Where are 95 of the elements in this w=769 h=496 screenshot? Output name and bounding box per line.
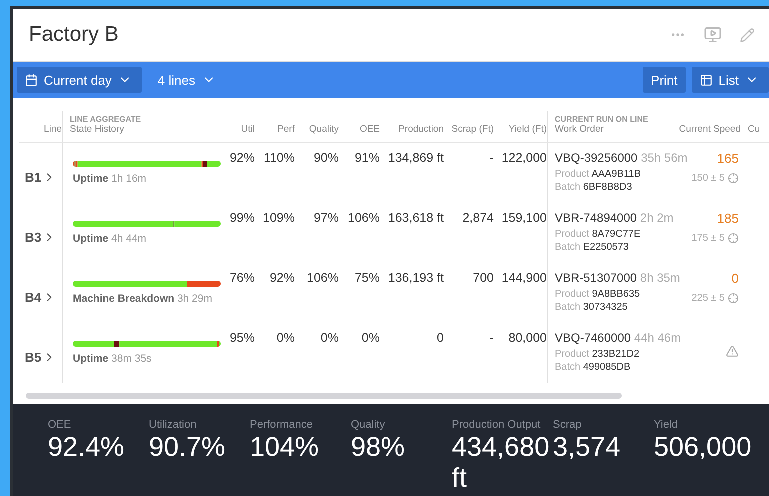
lines-dropdown[interactable]: 4 lines <box>148 67 226 93</box>
table-icon <box>700 74 713 86</box>
stat-label: Performance <box>250 419 314 431</box>
column-header: Work Order <box>555 124 604 135</box>
state-label: Machine Breakdown 3h 29m <box>73 293 214 305</box>
present-icon[interactable] <box>704 26 722 44</box>
table-cell-text: 2,874 <box>462 211 494 225</box>
stat-value: 434,680 ft <box>452 432 551 494</box>
calendar-icon <box>25 74 38 86</box>
table-cell-text: 99% <box>228 211 255 225</box>
stat-label: OEE <box>48 419 72 431</box>
table-cell-text: 122,000 <box>500 151 547 165</box>
stat-label: Quality <box>351 419 386 431</box>
stat-label: Utilization <box>149 419 198 431</box>
product-info: Product 233B21D2 <box>555 348 641 361</box>
table-cell-text: 163,618 ft <box>387 211 444 225</box>
table-cell-text: 91% <box>354 151 380 165</box>
table-cell-text: 90% <box>312 151 339 165</box>
stat-value: 98% <box>351 432 406 463</box>
state-label: Uptime 38m 35s <box>73 353 153 365</box>
line-link[interactable]: B4 <box>19 290 56 304</box>
column-header: Util <box>241 124 255 135</box>
column-header: Quality <box>309 124 339 135</box>
table-cell-text: - <box>488 151 494 165</box>
work-order: VBQ-39256000 35h 56m <box>555 151 688 165</box>
edit-icon[interactable] <box>740 28 755 42</box>
stat-value: 104% <box>250 432 320 463</box>
table-cell-text: 92% <box>268 271 295 285</box>
date-range-dropdown[interactable]: Current day <box>17 67 142 93</box>
batch-info: Batch 499085DB <box>555 361 632 374</box>
table-cell-text: 95% <box>228 331 255 345</box>
table-cell-text: 134,869 ft <box>387 151 444 165</box>
horizontal-scrollbar[interactable] <box>26 393 622 399</box>
print-button[interactable]: Print <box>643 67 686 93</box>
stat-value: 3,574 <box>553 432 622 463</box>
stat-value: 90.7% <box>149 432 227 463</box>
table-cell-text: 97% <box>312 211 339 225</box>
table-cell-text: 92% <box>228 151 255 165</box>
stat-value: 506,000 <box>654 432 753 463</box>
table-cell-text: 76% <box>228 271 255 285</box>
column-header: OEE <box>360 124 380 135</box>
page-title: Factory B <box>29 23 120 47</box>
target-speed: 225 ± 5 <box>692 293 739 304</box>
column-header: Line <box>44 124 62 135</box>
table-cell-text: 0% <box>360 331 380 345</box>
view-dropdown[interactable]: List <box>692 67 769 93</box>
batch-info: Batch 30734325 <box>555 301 629 314</box>
column-header: Cu <box>748 124 760 135</box>
product-info: Product 8A79C77E <box>555 228 642 241</box>
work-order: VBR-51307000 8h 35m <box>555 271 680 285</box>
table-cell-text: 144,900 <box>500 271 547 285</box>
line-link[interactable]: B1 <box>19 170 56 184</box>
column-header: Yield (Ft) <box>508 124 547 135</box>
state-label: Uptime 4h 44m <box>73 233 148 245</box>
column-header: Current Speed <box>679 124 741 135</box>
state-label: Uptime 1h 16m <box>73 173 148 185</box>
table-cell-text: 0 <box>436 331 444 345</box>
table-cell-text: 159,100 <box>500 211 547 225</box>
work-order: VBR-74894000 2h 2m <box>555 211 674 225</box>
stat-label: Yield <box>654 419 680 431</box>
stat-value: 92.4% <box>48 432 126 463</box>
column-header: Perf <box>278 124 295 135</box>
table-cell-text: 110% <box>262 151 295 165</box>
table-cell-text: 0% <box>276 331 295 345</box>
table-cell-text: 106% <box>306 271 339 285</box>
line-link[interactable]: B5 <box>19 350 56 364</box>
current-speed: 165 <box>717 151 739 166</box>
current-speed: 0 <box>732 271 739 286</box>
table-cell-text: 0% <box>320 331 339 345</box>
table-cell-text: 109% <box>262 211 295 225</box>
table-cell-text: 136,193 ft <box>387 271 444 285</box>
column-header: Production <box>398 124 444 135</box>
target-icon <box>728 233 739 244</box>
batch-info: Batch E2250573 <box>555 241 630 254</box>
group-header: CURRENT RUN ON LINE <box>555 115 648 124</box>
product-info: Product AAA9B11B <box>555 168 642 181</box>
stat-label: Scrap <box>553 419 583 431</box>
table-cell-text: 75% <box>354 271 380 285</box>
target-icon <box>728 173 739 184</box>
batch-info: Batch 6BF8B8D3 <box>555 181 634 194</box>
target-speed: 175 ± 5 <box>692 233 739 244</box>
table-cell-text: 700 <box>472 271 494 285</box>
column-header: Scrap (Ft) <box>452 124 494 135</box>
group-header: LINE AGGREGATE <box>70 115 142 124</box>
table-cell-text: 80,000 <box>508 331 547 345</box>
work-order: VBQ-7460000 44h 46m <box>555 331 682 345</box>
table-cell-text: - <box>488 331 494 345</box>
column-header: State History <box>70 124 124 135</box>
stat-label: Production Output <box>452 419 542 431</box>
line-link[interactable]: B3 <box>19 230 56 244</box>
table-cell-text: 106% <box>347 211 380 225</box>
target-speed: 150 ± 5 <box>692 173 739 184</box>
target-icon <box>728 293 739 304</box>
current-speed: 185 <box>717 211 739 226</box>
product-info: Product 9A8BB635 <box>555 288 642 301</box>
